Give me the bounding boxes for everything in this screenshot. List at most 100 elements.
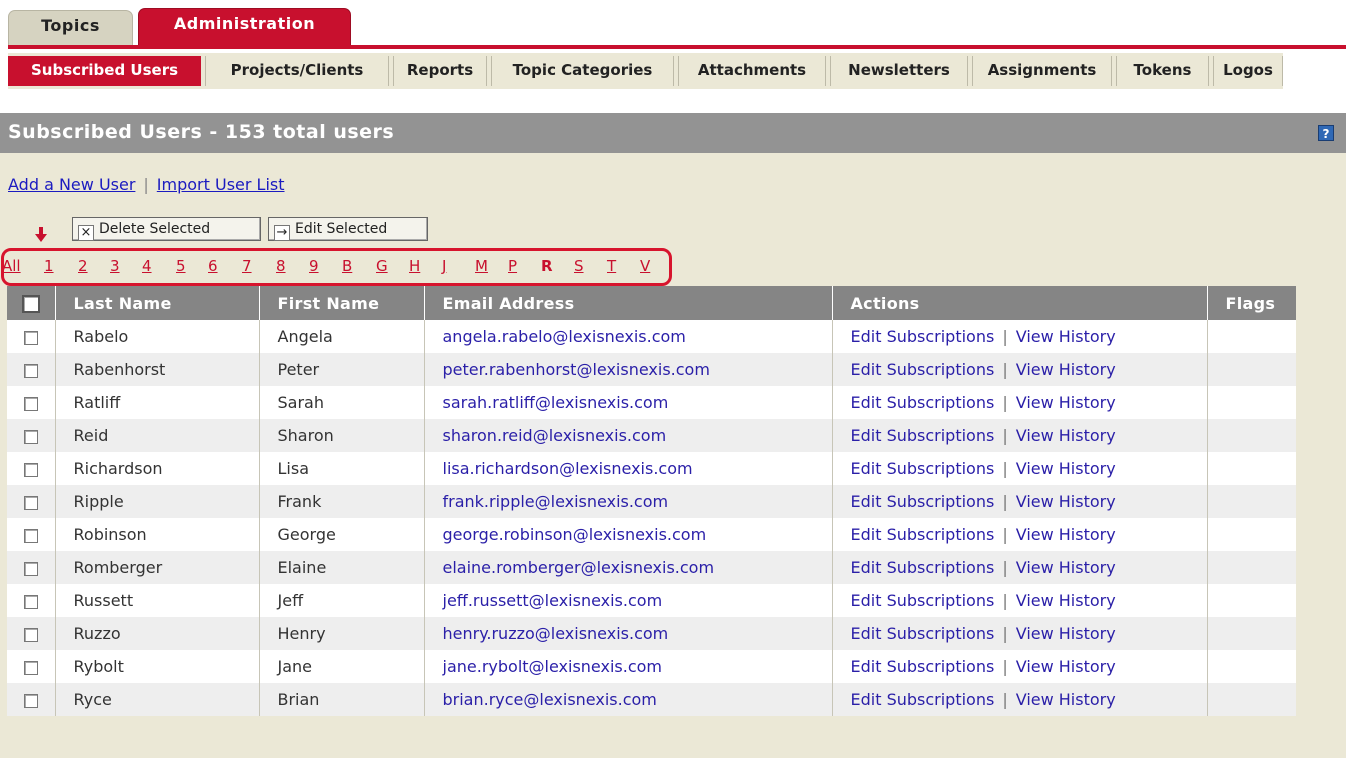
subnav-attachments[interactable]: Attachments xyxy=(678,56,826,86)
actions-cell: Edit Subscriptions | View History xyxy=(831,353,1207,386)
view-history-link[interactable]: View History xyxy=(1016,327,1116,346)
subnav-projects-clients[interactable]: Projects/Clients xyxy=(205,56,389,86)
column-last-name[interactable]: Last Name xyxy=(54,286,259,320)
column-email-address[interactable]: Email Address xyxy=(423,286,832,320)
email-cell: jane.rybolt@lexisnexis.com xyxy=(423,650,832,683)
letter-filter-m[interactable]: M xyxy=(475,257,488,275)
subnav-tokens[interactable]: Tokens xyxy=(1116,56,1209,86)
letter-filter-s[interactable]: S xyxy=(574,257,584,275)
subnav-topic-categories[interactable]: Topic Categories xyxy=(491,56,674,86)
add-user-link[interactable]: Add a New User xyxy=(8,175,135,194)
subnav-subscribed-users[interactable]: Subscribed Users xyxy=(8,56,201,86)
subnav-logos[interactable]: Logos xyxy=(1213,56,1283,86)
view-history-link[interactable]: View History xyxy=(1016,624,1116,643)
help-icon[interactable]: ? xyxy=(1318,125,1334,141)
row-checkbox[interactable] xyxy=(23,660,38,675)
letter-filter-5[interactable]: 5 xyxy=(176,257,186,275)
row-select-cell xyxy=(7,353,55,386)
view-history-link[interactable]: View History xyxy=(1016,558,1116,577)
row-checkbox[interactable] xyxy=(23,396,38,411)
letter-filter-j[interactable]: J xyxy=(442,257,446,275)
email-cell: elaine.romberger@lexisnexis.com xyxy=(423,551,832,584)
edit-subscriptions-link[interactable]: Edit Subscriptions xyxy=(851,591,995,610)
last-name-cell: Rabenhorst xyxy=(54,353,259,386)
column-first-name[interactable]: First Name xyxy=(258,286,424,320)
subnav-newsletters[interactable]: Newsletters xyxy=(830,56,968,86)
page-title: Subscribed Users - 153 total users xyxy=(8,121,395,143)
row-checkbox[interactable] xyxy=(23,363,38,378)
letter-filter-t[interactable]: T xyxy=(607,257,616,275)
subnav-assignments[interactable]: Assignments xyxy=(972,56,1112,86)
letter-filter-2[interactable]: 2 xyxy=(78,257,88,275)
letter-filter-9[interactable]: 9 xyxy=(309,257,319,275)
letter-filter-4[interactable]: 4 xyxy=(142,257,152,275)
action-separator: | xyxy=(1002,459,1008,478)
actions-cell: Edit Subscriptions | View History xyxy=(831,518,1207,551)
edit-subscriptions-link[interactable]: Edit Subscriptions xyxy=(851,459,995,478)
view-history-link[interactable]: View History xyxy=(1016,525,1116,544)
letter-filter-8[interactable]: 8 xyxy=(276,257,286,275)
edit-subscriptions-link[interactable]: Edit Subscriptions xyxy=(851,360,995,379)
row-select-cell xyxy=(7,617,55,650)
users-table: Last Name First Name Email Address Actio… xyxy=(7,286,1296,716)
edit-subscriptions-link[interactable]: Edit Subscriptions xyxy=(851,525,995,544)
edit-subscriptions-link[interactable]: Edit Subscriptions xyxy=(851,657,995,676)
action-separator: | xyxy=(1002,525,1008,544)
letter-filter-1[interactable]: 1 xyxy=(44,257,54,275)
view-history-link[interactable]: View History xyxy=(1016,393,1116,412)
row-checkbox[interactable] xyxy=(23,594,38,609)
tab-administration[interactable]: Administration xyxy=(138,8,351,45)
letter-filter-p[interactable]: P xyxy=(508,257,517,275)
edit-subscriptions-link[interactable]: Edit Subscriptions xyxy=(851,690,995,709)
letter-filter-g[interactable]: G xyxy=(376,257,388,275)
letter-filter-r[interactable]: R xyxy=(541,257,553,275)
tab-topics[interactable]: Topics xyxy=(8,10,133,45)
row-checkbox[interactable] xyxy=(23,495,38,510)
flags-cell xyxy=(1206,452,1296,485)
row-select-cell xyxy=(7,452,55,485)
delete-selected-label: Delete Selected xyxy=(99,221,211,237)
first-name-cell: Angela xyxy=(258,320,424,353)
column-flags: Flags xyxy=(1206,286,1296,320)
subnav-reports[interactable]: Reports xyxy=(393,56,487,86)
row-checkbox[interactable] xyxy=(23,561,38,576)
first-name-cell: Brian xyxy=(258,683,424,716)
letter-filter-h[interactable]: H xyxy=(409,257,420,275)
edit-subscriptions-link[interactable]: Edit Subscriptions xyxy=(851,327,995,346)
view-history-link[interactable]: View History xyxy=(1016,657,1116,676)
edit-selected-button[interactable]: → Edit Selected xyxy=(268,217,428,241)
delete-selected-button[interactable]: × Delete Selected xyxy=(72,217,261,241)
row-checkbox[interactable] xyxy=(23,330,38,345)
flags-cell xyxy=(1206,485,1296,518)
edit-subscriptions-link[interactable]: Edit Subscriptions xyxy=(851,492,995,511)
edit-subscriptions-link[interactable]: Edit Subscriptions xyxy=(851,393,995,412)
view-history-link[interactable]: View History xyxy=(1016,591,1116,610)
row-checkbox[interactable] xyxy=(23,693,38,708)
view-history-link[interactable]: View History xyxy=(1016,492,1116,511)
letter-filter-6[interactable]: 6 xyxy=(208,257,218,275)
letter-filter-v[interactable]: V xyxy=(640,257,650,275)
letter-filter-b[interactable]: B xyxy=(342,257,352,275)
actions-cell: Edit Subscriptions | View History xyxy=(831,584,1207,617)
import-user-list-link[interactable]: Import User List xyxy=(157,175,285,194)
last-name-cell: Romberger xyxy=(54,551,259,584)
row-checkbox[interactable] xyxy=(23,627,38,642)
flags-cell xyxy=(1206,650,1296,683)
row-checkbox[interactable] xyxy=(23,462,38,477)
edit-subscriptions-link[interactable]: Edit Subscriptions xyxy=(851,426,995,445)
edit-subscriptions-link[interactable]: Edit Subscriptions xyxy=(851,558,995,577)
view-history-link[interactable]: View History xyxy=(1016,426,1116,445)
view-history-link[interactable]: View History xyxy=(1016,690,1116,709)
view-history-link[interactable]: View History xyxy=(1016,360,1116,379)
actions-cell: Edit Subscriptions | View History xyxy=(831,551,1207,584)
edit-subscriptions-link[interactable]: Edit Subscriptions xyxy=(851,624,995,643)
letter-filter-3[interactable]: 3 xyxy=(110,257,120,275)
select-all-checkbox[interactable] xyxy=(21,294,40,313)
action-separator: | xyxy=(1002,690,1008,709)
letter-filter-all[interactable]: All xyxy=(2,257,21,275)
letter-filter-7[interactable]: 7 xyxy=(242,257,252,275)
view-history-link[interactable]: View History xyxy=(1016,459,1116,478)
row-checkbox[interactable] xyxy=(23,528,38,543)
first-name-cell: Lisa xyxy=(258,452,424,485)
row-checkbox[interactable] xyxy=(23,429,38,444)
